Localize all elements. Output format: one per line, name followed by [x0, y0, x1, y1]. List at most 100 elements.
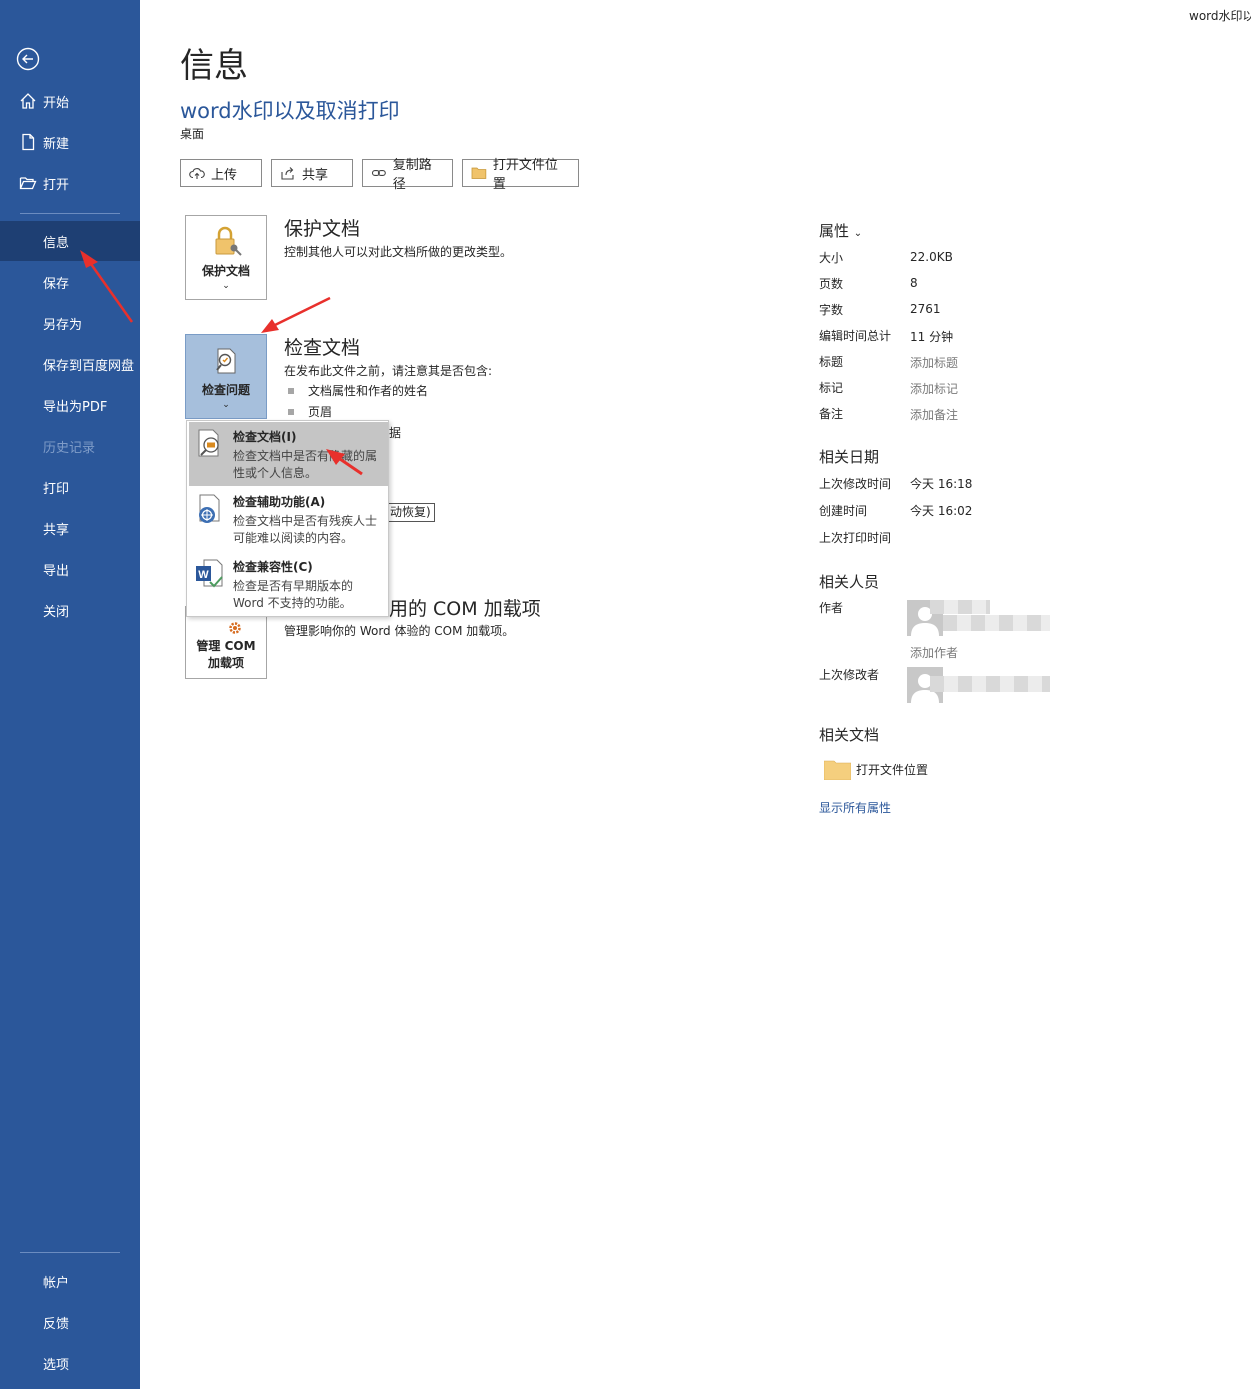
inspect-document-menu-item[interactable]: 检查文档(I) 检查文档中是否有隐藏的属性或个人信息。 [189, 422, 388, 486]
document-title: word水印以及取消打印 [180, 99, 400, 123]
sidebar-item-save[interactable]: 保存 [0, 262, 140, 302]
property-value: 8 [910, 276, 918, 290]
sidebar-item-label: 打印 [43, 481, 70, 497]
menu-item-desc: 检查文档中是否有隐藏的属性或个人信息。 [233, 449, 378, 480]
version-recovery-button[interactable]: 动恢复) [386, 503, 435, 522]
sidebar-item-export[interactable]: 导出 [0, 549, 140, 589]
sidebar-item-label: 打开 [43, 177, 70, 193]
manage-com-tile-label-2: 加载项 [207, 655, 244, 670]
share-button[interactable]: 共享 [271, 159, 353, 187]
related-documents-heading: 相关文档 [819, 726, 880, 744]
com-addins-desc: 管理影响你的 Word 体验的 COM 加载项。 [284, 624, 515, 638]
new-document-icon [22, 133, 35, 151]
folder-icon [471, 167, 487, 179]
back-arrow-icon[interactable] [16, 47, 40, 71]
annotation-arrow-icon [261, 296, 331, 333]
property-label: 大小 [819, 251, 844, 265]
property-label: 标题 [819, 355, 844, 369]
property-label: 编辑时间总计 [819, 329, 892, 343]
folder-icon[interactable] [824, 759, 851, 780]
lock-key-icon [215, 226, 242, 256]
sidebar-item-label: 帐户 [43, 1275, 70, 1291]
sidebar-item-history: 历史记录 [0, 426, 140, 466]
sidebar-item-label: 导出为PDF [43, 399, 108, 415]
sidebar-item-open[interactable]: 打开 [0, 163, 140, 203]
manage-com-tile-label: 管理 COM [196, 638, 256, 653]
show-all-properties-link[interactable]: 显示所有属性 [819, 799, 891, 816]
add-comment-field[interactable]: 添加备注 [910, 406, 958, 423]
sidebar-item-label: 信息 [43, 235, 70, 251]
protect-document-desc: 控制其他人可以对此文档所做的更改类型。 [284, 245, 513, 259]
related-open-file-location-link[interactable]: 打开文件位置 [856, 761, 928, 778]
property-label: 页数 [819, 277, 844, 291]
sidebar-item-save-as[interactable]: 另存为 [0, 303, 140, 343]
check-compatibility-menu-item[interactable]: W 检查兼容性(C) 检查是否有早期版本的 Word 不支持的功能。 [189, 552, 388, 616]
annotation-arrows [80, 250, 363, 476]
protect-document-tile[interactable]: 保护文档 ⌄ [185, 215, 267, 300]
property-value: 今天 16:18 [910, 477, 973, 491]
add-author-link[interactable]: 添加作者 [910, 644, 958, 661]
chevron-down-icon: ⌄ [222, 400, 230, 410]
properties-heading[interactable]: 属性 ⌄ [819, 220, 862, 241]
add-title-field[interactable]: 添加标题 [910, 354, 958, 371]
property-label: 作者 [819, 601, 844, 615]
sidebar-item-feedback[interactable]: 反馈 [0, 1302, 140, 1342]
sidebar-item-label: 另存为 [43, 317, 83, 333]
sidebar-item-export-pdf[interactable]: 导出为PDF [0, 385, 140, 425]
check-issues-dropdown-menu: 检查文档(I) 检查文档中是否有隐藏的属性或个人信息。 检查辅助功能(A) 检查… [186, 420, 389, 617]
property-label: 上次修改时间 [819, 477, 892, 491]
sidebar-item-label: 关闭 [43, 604, 70, 620]
open-file-location-button[interactable]: 打开文件位置 [462, 158, 579, 192]
sidebar-item-info[interactable]: 信息 [0, 221, 140, 261]
property-value: 22.0KB [910, 250, 953, 264]
related-dates-heading: 相关日期 [819, 448, 880, 466]
related-people-heading: 相关人员 [819, 573, 880, 591]
copy-path-button[interactable]: 复制路径 [362, 158, 453, 192]
inspect-document-title: 检查文档 [284, 337, 361, 359]
check-for-issues-tile[interactable]: 检查问题 ⌄ [185, 334, 267, 419]
property-label: 备注 [819, 407, 844, 421]
sidebar-item-label: 新建 [43, 136, 70, 152]
property-label: 字数 [819, 303, 844, 317]
sidebar-item-label: 选项 [43, 1357, 70, 1373]
check-for-issues-tile-label: 检查问题 [201, 383, 250, 397]
sidebar-item-print[interactable]: 打印 [0, 467, 140, 507]
sidebar-item-account[interactable]: 帐户 [0, 1261, 140, 1301]
list-item: 页眉 [288, 403, 332, 420]
add-tag-field[interactable]: 添加标记 [910, 380, 958, 397]
protect-document-tile-label: 保护文档 [201, 264, 250, 278]
copy-path-label: 复制路径 [392, 158, 432, 192]
menu-item-title: 检查文档(I) [233, 430, 297, 444]
cloud-upload-icon [189, 168, 205, 179]
inspect-document-desc: 在发布此文件之前，请注意其是否包含: [284, 364, 493, 378]
inspect-document-icon [216, 348, 236, 374]
accessibility-icon [199, 494, 220, 523]
author-name-blurred [943, 615, 1050, 631]
sidebar-item-options[interactable]: 选项 [0, 1343, 140, 1383]
sidebar-divider [20, 1252, 120, 1253]
menu-item-desc: 检查是否有早期版本的 Word 不支持的功能。 [233, 579, 354, 610]
sidebar-item-label: 开始 [43, 95, 70, 111]
home-icon [20, 93, 36, 109]
upload-button[interactable]: 上传 [180, 159, 262, 187]
sidebar-item-share[interactable]: 共享 [0, 508, 140, 548]
last-modifier-name-blurred [930, 676, 1050, 692]
property-label: 上次打印时间 [819, 531, 892, 545]
sidebar-item-save-to-baidu[interactable]: 保存到百度网盘 [0, 344, 140, 384]
sidebar-item-close[interactable]: 关闭 [0, 590, 140, 630]
sidebar-item-label: 反馈 [43, 1316, 70, 1332]
com-addins-title: 禁用的 COM 加载项 [370, 598, 541, 620]
sidebar-item-home[interactable]: 开始 [0, 81, 140, 121]
partial-list-text: 据 [389, 424, 402, 441]
menu-item-title: 检查兼容性(C) [233, 560, 313, 574]
property-value: 11 分钟 [910, 330, 954, 344]
window-title: word水印以 [1189, 9, 1251, 23]
word-compatibility-icon: W [196, 559, 223, 588]
open-file-location-label: 打开文件位置 [492, 158, 558, 192]
link-icon [371, 169, 386, 177]
share-label: 共享 [302, 167, 329, 183]
sidebar-item-new[interactable]: 新建 [0, 122, 140, 162]
document-location: 桌面 [180, 127, 205, 141]
check-accessibility-menu-item[interactable]: 检查辅助功能(A) 检查文档中是否有残疾人士可能难以阅读的内容。 [189, 487, 388, 551]
sidebar-item-label: 历史记录 [43, 440, 96, 456]
